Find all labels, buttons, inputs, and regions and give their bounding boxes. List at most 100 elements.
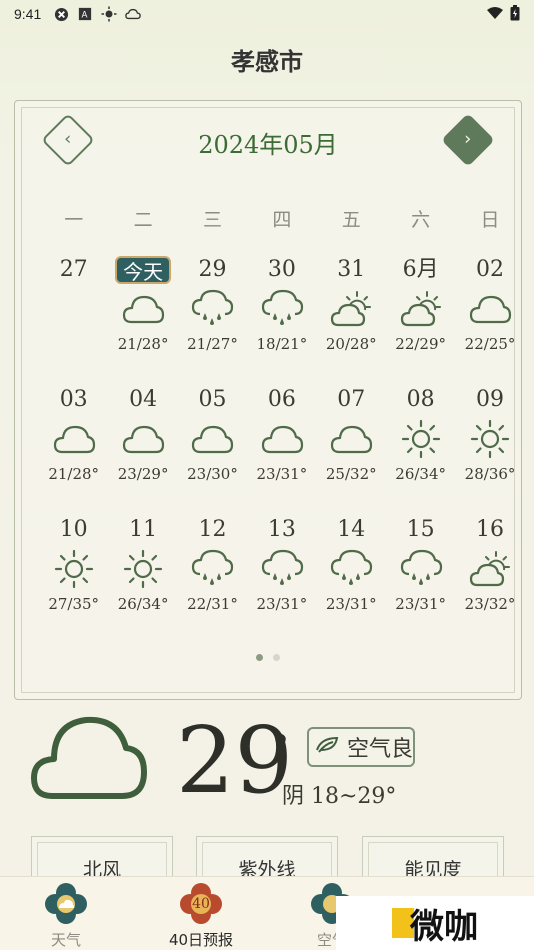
status-bar: 9:41 A [0,0,534,28]
day-number: 07 [337,387,366,412]
page-indicator [15,654,521,661]
day-number: 15 [406,517,435,542]
day-number: 09 [476,387,505,412]
weekday-header: 一 二 三 四 五 六 日 [39,205,525,232]
day-number: 02 [476,257,505,282]
status-right [486,4,520,24]
day-number: 今天 [108,253,177,287]
tab-weather-label: 天气 [50,931,81,949]
sun-weather-icon [108,547,177,591]
day-temperature-range: 26/34° [117,595,169,613]
day-number: 29 [198,257,227,282]
day-number: 05 [198,387,227,412]
air-quality-badge[interactable]: 空气良 [307,727,415,767]
wifi-icon [486,6,504,23]
calendar-day[interactable]: 16 23/32° [455,513,524,643]
day-temperature-range: 21/27° [187,335,238,353]
day-temperature-range: 22/31° [187,595,238,613]
weather-tab-icon [45,883,87,925]
calendar-day[interactable]: 13 23/31° [247,513,316,643]
calendar-day[interactable]: 04 23/29° [108,383,177,513]
weekday-label: 日 [480,209,500,231]
rain-weather-icon [247,287,316,331]
calendar-day[interactable]: 03 21/28° [39,383,108,513]
calendar-day[interactable]: 11 26/34° [108,513,177,643]
city-title[interactable]: 孝感市 [0,42,534,77]
day-number: 12 [198,517,227,542]
calendar-day[interactable]: 06 23/31° [247,383,316,513]
watermark-logo: 微咖 [336,896,534,950]
page-dot-active[interactable] [256,654,263,661]
calendar-day[interactable]: 27 [39,253,108,383]
day-temperature-range: 20/28° [325,335,377,353]
day-temperature-range: 28/36° [464,465,516,483]
day-temperature-range: 25/32° [325,465,377,483]
cloud-notification-icon [125,6,142,22]
sun-weather-icon [455,417,524,461]
calendar-day-today[interactable]: 今天 21/28° [108,253,177,383]
day-temperature-range: 23/31° [256,465,308,483]
sun-notification-icon [101,6,117,22]
weekday-label: 四 [272,209,292,231]
calendar-day[interactable]: 6月 22/29° [386,253,455,383]
tab-forecast-40[interactable]: 40 40日预报 [161,883,241,950]
rain-weather-icon [386,547,455,591]
calendar-day[interactable]: 05 23/30° [178,383,247,513]
degree-symbol: ° [272,728,289,768]
calendar-day[interactable]: 15 23/31° [386,513,455,643]
day-temperature-range: 26/34° [395,465,447,483]
rain-weather-icon [247,547,316,591]
day-number: 6月 [402,257,439,282]
cloud-weather-icon [39,417,108,461]
day-temperature-range: 21/28° [48,465,100,483]
calendar-day[interactable]: 08 26/34° [386,383,455,513]
day-number: 10 [59,517,88,542]
day-number: 14 [337,517,366,542]
rain-weather-icon [178,547,247,591]
page-dot[interactable] [273,654,280,661]
day-number: 16 [476,517,505,542]
calendar-card: ‹ 2024年05月 › 一 二 三 四 五 六 日 27 今天 21/28° 29 2… [14,100,522,700]
cloud-weather-icon [247,417,316,461]
day-number: 30 [267,257,296,282]
day-number: 27 [59,257,88,282]
calendar-day[interactable]: 07 25/32° [317,383,386,513]
status-time: 9:41 [14,6,42,22]
font-notification-icon: A [77,6,93,22]
sun-weather-icon [39,547,108,591]
calendar-day[interactable]: 02 22/25° [455,253,524,383]
tab-weather[interactable]: 天气 [26,883,106,950]
rain-weather-icon [178,287,247,331]
sun-weather-icon [386,417,455,461]
weekday-label: 三 [202,209,222,231]
tab-forecast-label: 40日预报 [168,931,234,949]
day-temperature-range: 23/31° [325,595,377,613]
calendar-day[interactable]: 10 27/35° [39,513,108,643]
partly-weather-icon [317,287,386,331]
day-number: 04 [129,387,158,412]
day-number: 03 [59,387,88,412]
air-quality-label: 空气良 [347,737,414,762]
day-number: 13 [267,517,296,542]
calendar-day[interactable]: 31 20/28° [317,253,386,383]
day-temperature-range: 21/28° [117,335,169,353]
cloud-weather-icon [178,417,247,461]
chevron-right-icon: › [464,128,472,150]
calendar-day[interactable]: 29 21/27° [178,253,247,383]
weekday-label: 二 [133,209,153,231]
calendar-day[interactable]: 09 28/36° [455,383,524,513]
day-temperature-range: 23/29° [117,465,169,483]
weekday-label: 六 [411,209,431,231]
watermark-text: 微咖 [410,906,478,947]
battery-icon [510,4,520,24]
day-temperature-range: 22/29° [395,335,447,353]
calendar-day[interactable]: 30 18/21° [247,253,316,383]
app-notification-icon [53,6,69,22]
day-number: 31 [337,257,366,282]
cloud-weather-icon [455,287,524,331]
partly-weather-icon [386,287,455,331]
day-temperature-range: 23/31° [256,595,308,613]
calendar-day[interactable]: 12 22/31° [178,513,247,643]
day-number: 11 [129,517,158,542]
calendar-day[interactable]: 14 23/31° [317,513,386,643]
